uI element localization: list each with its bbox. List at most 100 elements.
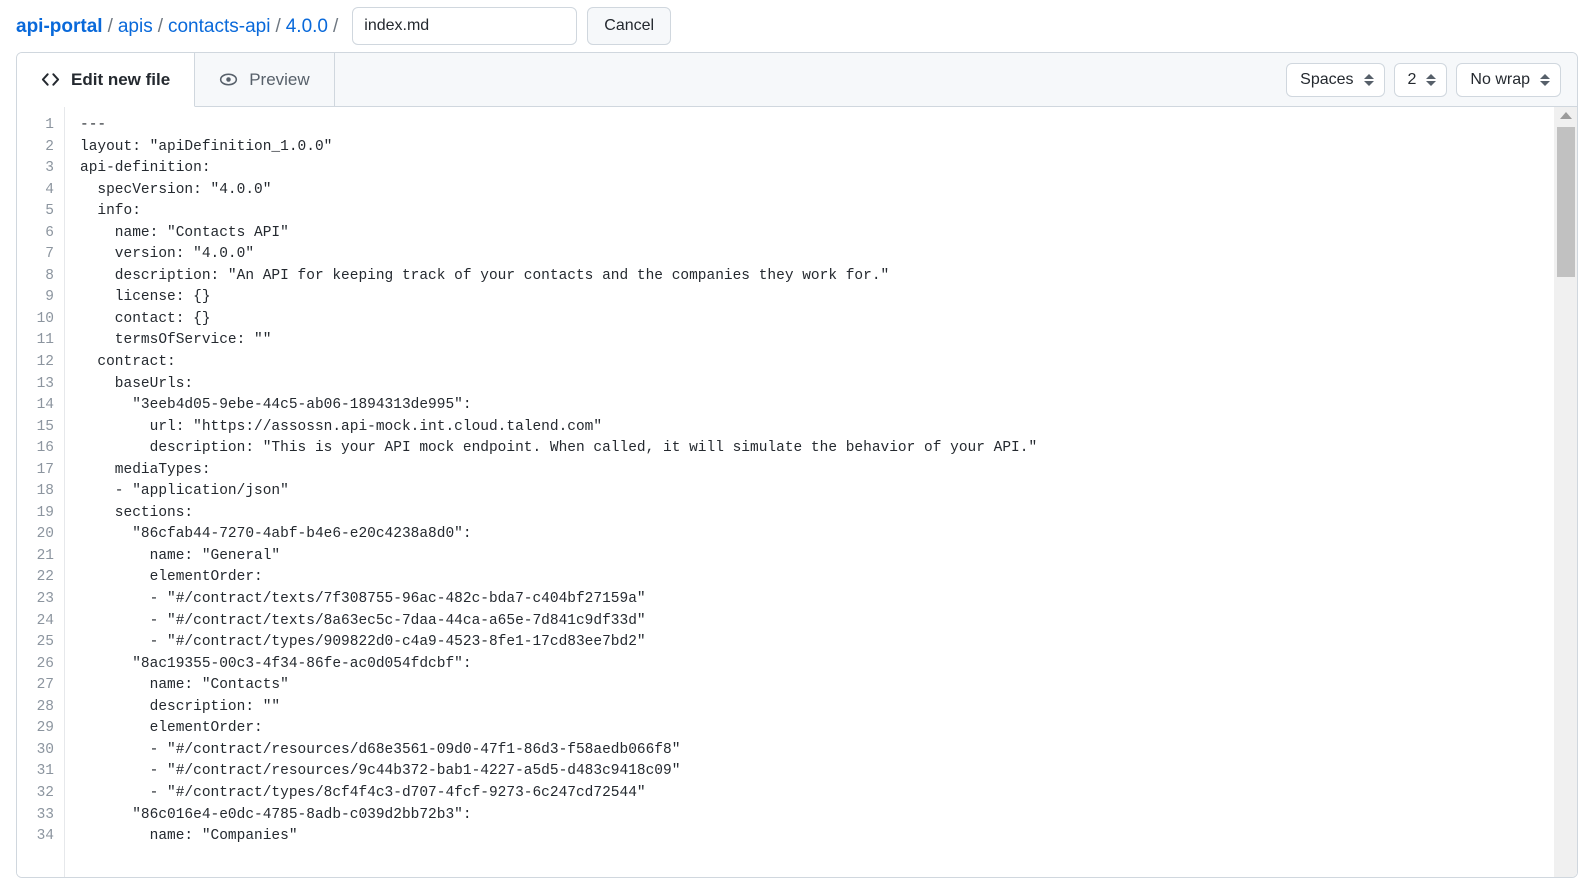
tab-preview[interactable]: Preview	[195, 53, 335, 106]
code-line[interactable]: license: {}	[80, 287, 1554, 309]
wrap-mode-value: No wrap	[1470, 70, 1530, 88]
breadcrumb-item-api-portal[interactable]: api-portal	[16, 17, 103, 36]
code-line[interactable]: layout: "apiDefinition_1.0.0"	[80, 137, 1554, 159]
cancel-button[interactable]: Cancel	[587, 7, 672, 45]
code-line[interactable]: - "application/json"	[80, 481, 1554, 503]
line-number: 6	[45, 224, 54, 241]
code-line[interactable]: sections:	[80, 503, 1554, 525]
wrap-mode-select[interactable]: No wrap	[1456, 62, 1561, 97]
vertical-scrollbar[interactable]	[1554, 107, 1577, 877]
line-number: 19	[36, 504, 54, 521]
line-number: 16	[36, 440, 54, 457]
line-number: 10	[36, 310, 54, 327]
line-number: 12	[36, 354, 54, 371]
code-line[interactable]: description: "This is your API mock endp…	[80, 438, 1554, 460]
editor-settings: Spaces 2 No wrap	[1286, 53, 1577, 106]
code-editor[interactable]: 1 2 3 4 5 6 7 8 9 10 11 12 13 14 15 16 17 18 19 20 21 22 23 24 2…	[17, 107, 1577, 877]
breadcrumb: api-portal / apis / contacts-api / 4.0.0…	[16, 17, 343, 36]
code-line[interactable]: - "#/contract/texts/7f308755-96ac-482c-b…	[80, 589, 1554, 611]
indent-mode-select[interactable]: Spaces	[1286, 62, 1385, 97]
code-line[interactable]: url: "https://assossn.api-mock.int.cloud…	[80, 417, 1554, 439]
code-line[interactable]: "3eeb4d05-9ebe-44c5-ab06-1894313de995":	[80, 395, 1554, 417]
code-line[interactable]: name: "Companies"	[80, 826, 1554, 848]
code-line[interactable]: contact: {}	[80, 309, 1554, 331]
line-number: 15	[36, 418, 54, 435]
code-line[interactable]: - "#/contract/resources/9c44b372-bab1-42…	[80, 761, 1554, 783]
line-number: 4	[45, 181, 54, 198]
line-number: 17	[36, 461, 54, 478]
code-line[interactable]: name: "Contacts API"	[80, 223, 1554, 245]
breadcrumb-separator-trailing: /	[332, 15, 339, 37]
line-number: 1	[45, 117, 54, 133]
line-number: 9	[45, 289, 54, 306]
code-line[interactable]: "8ac19355-00c3-4f34-86fe-ac0d054fdcbf":	[80, 654, 1554, 676]
code-brackets-icon	[41, 70, 60, 89]
code-line[interactable]: name: "Contacts"	[80, 675, 1554, 697]
line-number: 7	[45, 246, 54, 263]
breadcrumb-separator: /	[107, 15, 113, 37]
tab-preview-label: Preview	[249, 69, 310, 89]
code-line[interactable]: - "#/contract/texts/8a63ec5c-7daa-44ca-a…	[80, 611, 1554, 633]
line-number: 25	[36, 634, 54, 651]
line-number: 23	[36, 591, 54, 608]
line-number: 22	[36, 569, 54, 586]
chevron-updown-icon	[1426, 73, 1437, 86]
chevron-updown-icon	[1363, 73, 1374, 86]
line-number-gutter: 1 2 3 4 5 6 7 8 9 10 11 12 13 14 15 16 17 18 19 20 21 22 23 24 2…	[17, 107, 65, 877]
line-number: 14	[36, 397, 54, 414]
code-line[interactable]: termsOfService: ""	[80, 330, 1554, 352]
line-number: 11	[36, 332, 54, 349]
filename-input[interactable]	[352, 7, 578, 45]
scroll-up-arrow-icon[interactable]	[1560, 112, 1572, 119]
eye-icon	[219, 70, 238, 89]
breadcrumb-separator: /	[157, 15, 163, 37]
line-number: 20	[36, 526, 54, 543]
breadcrumb-bar: api-portal / apis / contacts-api / 4.0.0…	[0, 0, 1594, 52]
indent-mode-value: Spaces	[1300, 70, 1354, 88]
line-number: 30	[36, 741, 54, 758]
code-line[interactable]: name: "General"	[80, 546, 1554, 568]
code-line[interactable]: - "#/contract/types/909822d0-c4a9-4523-8…	[80, 632, 1554, 654]
scrollbar-thumb[interactable]	[1557, 127, 1575, 277]
code-line[interactable]: description: "An API for keeping track o…	[80, 266, 1554, 288]
indent-size-select[interactable]: 2	[1393, 62, 1448, 97]
line-number: 24	[36, 612, 54, 629]
code-line[interactable]: "86c016e4-e0dc-4785-8adb-c039d2bb72b3":	[80, 805, 1554, 827]
code-line[interactable]: version: "4.0.0"	[80, 244, 1554, 266]
line-number: 27	[36, 677, 54, 694]
breadcrumb-separator: /	[275, 15, 281, 37]
editor-tabs: Edit new file Preview	[17, 53, 335, 107]
code-line[interactable]: description: ""	[80, 697, 1554, 719]
code-line[interactable]: elementOrder:	[80, 567, 1554, 589]
code-line[interactable]: baseUrls:	[80, 374, 1554, 396]
line-number: 18	[36, 483, 54, 500]
editor-frame: Edit new file Preview Spaces 2 No wrap 1…	[16, 52, 1578, 878]
code-line[interactable]: - "#/contract/types/8cf4f4c3-d707-4fcf-9…	[80, 783, 1554, 805]
code-line[interactable]: - "#/contract/resources/d68e3561-09d0-47…	[80, 740, 1554, 762]
line-number: 31	[36, 763, 54, 780]
line-number: 26	[36, 655, 54, 672]
editor-toolbar: Edit new file Preview Spaces 2 No wrap	[17, 53, 1577, 107]
line-number: 34	[36, 828, 54, 845]
code-line[interactable]: mediaTypes:	[80, 460, 1554, 482]
breadcrumb-item-contacts-api[interactable]: contacts-api	[168, 17, 270, 36]
line-number: 28	[36, 698, 54, 715]
code-line[interactable]: "86cfab44-7270-4abf-b4e6-e20c4238a8d0":	[80, 524, 1554, 546]
breadcrumb-item-version[interactable]: 4.0.0	[286, 17, 328, 36]
code-content[interactable]: --- layout: "apiDefinition_1.0.0" api-defi…	[65, 107, 1554, 877]
code-scroll-viewport: 1 2 3 4 5 6 7 8 9 10 11 12 13 14 15 16 17 18 19 20 21 22 23 24 2…	[17, 107, 1554, 877]
code-line[interactable]: api-definition:	[80, 158, 1554, 180]
code-line[interactable]: elementOrder:	[80, 718, 1554, 740]
line-number: 29	[36, 720, 54, 737]
breadcrumb-item-apis[interactable]: apis	[118, 17, 153, 36]
code-line[interactable]: ---	[80, 115, 1554, 137]
code-line[interactable]: specVersion: "4.0.0"	[80, 180, 1554, 202]
code-line[interactable]: info:	[80, 201, 1554, 223]
line-number: 33	[36, 806, 54, 823]
tab-edit-new-file-label: Edit new file	[71, 69, 171, 89]
line-number: 21	[36, 547, 54, 564]
line-number: 3	[45, 160, 54, 177]
tab-edit-new-file[interactable]: Edit new file	[17, 53, 196, 107]
code-line[interactable]: contract:	[80, 352, 1554, 374]
line-number: 32	[36, 784, 54, 801]
